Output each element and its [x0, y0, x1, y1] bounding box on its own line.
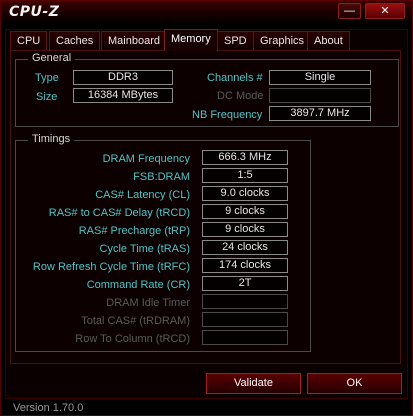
type-label: Type — [35, 72, 59, 84]
dram-frequency-label: DRAM Frequency — [102, 153, 190, 165]
ras-to-cas-value: 9 clocks — [202, 204, 288, 219]
nb-frequency-value: 3897.7 MHz — [269, 106, 371, 121]
title-bar[interactable]: CPU-Z — ✕ — [1, 1, 412, 25]
size-value: 16384 MBytes — [73, 88, 173, 103]
tab-caches[interactable]: Caches — [49, 31, 101, 50]
total-cas-label: Total CAS# (tRDRAM) — [81, 315, 190, 327]
dc-mode-value — [269, 88, 371, 103]
type-value: DDR3 — [73, 70, 173, 85]
tab-graphics[interactable]: Graphics — [253, 31, 312, 50]
validate-button[interactable]: Validate — [206, 373, 301, 394]
cas-latency-label: CAS# Latency (CL) — [95, 189, 190, 201]
dram-idle-timer-label: DRAM Idle Timer — [106, 297, 190, 309]
ok-button[interactable]: OK — [307, 373, 402, 394]
cas-latency-value: 9.0 clocks — [202, 186, 288, 201]
minimize-button[interactable]: — — [338, 3, 361, 19]
size-label: Size — [36, 91, 58, 103]
tab-mainboard[interactable]: Mainboard — [101, 31, 167, 50]
cycle-time-label: Cycle Time (tRAS) — [99, 243, 190, 255]
row-to-column-label: Row To Column (tRCD) — [75, 333, 190, 345]
timings-group-title: Timings — [28, 133, 75, 145]
channels-label: Channels # — [207, 72, 263, 84]
cpuz-window: CPU-Z — ✕ CPU Caches Mainboard Memory SP… — [0, 0, 413, 416]
nb-frequency-label: NB Frequency — [192, 109, 263, 121]
version-label: Version 1.70.0 — [13, 402, 84, 414]
close-button[interactable]: ✕ — [365, 3, 405, 19]
ras-precharge-label: RAS# Precharge (tRP) — [78, 225, 190, 237]
general-group-title: General — [28, 52, 76, 64]
tab-memory[interactable]: Memory — [164, 29, 218, 51]
fsb-dram-value: 1:5 — [202, 168, 288, 183]
command-rate-label: Command Rate (CR) — [86, 279, 190, 291]
dc-mode-label: DC Mode — [217, 90, 264, 102]
dram-frequency-value: 666.3 MHz — [202, 150, 288, 165]
app-title: CPU-Z — [9, 4, 60, 20]
total-cas-value — [202, 312, 288, 327]
ras-precharge-value: 9 clocks — [202, 222, 288, 237]
channels-value: Single — [269, 70, 371, 85]
tab-cpu[interactable]: CPU — [10, 31, 48, 50]
fsb-dram-label: FSB:DRAM — [133, 171, 190, 183]
dram-idle-timer-value — [202, 294, 288, 309]
tab-spd[interactable]: SPD — [217, 31, 254, 50]
ras-to-cas-label: RAS# to CAS# Delay (tRCD) — [48, 207, 190, 219]
row-refresh-label: Row Refresh Cycle Time (tRFC) — [32, 261, 190, 273]
command-rate-value: 2T — [202, 276, 288, 291]
tab-about[interactable]: About — [307, 31, 350, 50]
cycle-time-value: 24 clocks — [202, 240, 288, 255]
row-refresh-value: 174 clocks — [202, 258, 288, 273]
row-to-column-value — [202, 330, 288, 345]
